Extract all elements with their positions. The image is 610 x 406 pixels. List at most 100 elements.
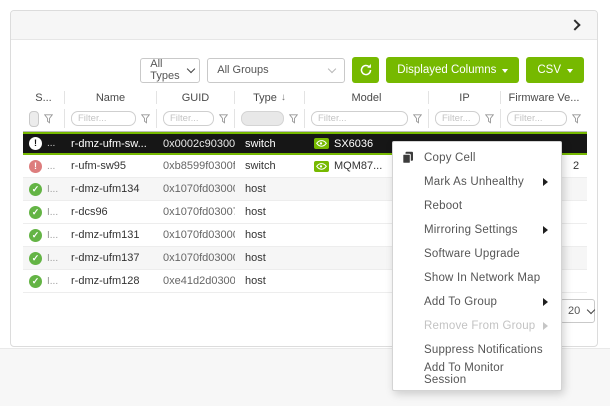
page-size-value: 20 [568,305,580,317]
context-menu-item-suppress-notifications[interactable]: Suppress Notifications [393,338,561,362]
cell-guid: 0x1070fd03000... [157,183,235,195]
column-header-firmware[interactable]: Firmware Ve... [501,91,587,104]
cell-severity: ✓I... [23,206,65,219]
severity-filter-input[interactable] [29,111,39,127]
filter-cell-model [305,109,429,128]
context-menu-item-software-upgrade[interactable]: Software Upgrade [393,242,561,266]
severity-text: I... [47,253,58,264]
table-filter-row [23,106,587,132]
guid-text: 0x1070fd03000... [163,252,235,264]
filter-funnel-icon[interactable] [141,114,150,124]
cell-guid: 0x1070fd03000... [157,229,235,241]
group-filter-select[interactable]: All Groups [207,58,345,83]
column-header-model[interactable]: Model [305,91,429,104]
filter-cell-guid [157,109,235,128]
filter-funnel-icon[interactable] [44,114,53,124]
severity-text: I... [47,230,58,241]
column-label: Model [352,92,382,104]
cell-guid: 0xe41d2d0300... [157,275,235,287]
submenu-arrow-icon [543,226,548,234]
cell-name: r-dmz-ufm-sw... [65,138,157,150]
filter-input-ip[interactable] [435,111,480,126]
cell-type: host [235,229,305,241]
column-header-guid[interactable]: GUID [157,91,235,104]
context-menu-item-label: Mark As Unhealthy [424,176,524,188]
severity-info-icon: ✓ [29,229,42,242]
severity-text: ... [47,161,55,172]
context-menu-item-label: Remove From Group [424,320,535,332]
guid-text: 0x1070fd03000... [163,229,235,241]
collapse-panel-icon[interactable] [569,19,580,30]
filter-cell-name [65,109,157,128]
guid-text: 0xb8599f0300f... [163,160,235,172]
context-menu: Copy Cell Mark As Unhealthy Reboot Mirrorin… [392,141,562,391]
filter-funnel-icon[interactable] [219,114,228,124]
column-label: GUID [182,92,210,104]
displayed-columns-label: Displayed Columns [397,64,496,76]
filter-input-firmware[interactable] [507,111,567,126]
severity-info-icon: ✓ [29,206,42,219]
severity-minor-icon: ! [29,160,42,173]
cell-guid: 0x1070fd03000... [157,252,235,264]
column-label: IP [459,92,469,104]
severity-info-icon: ✓ [29,252,42,265]
chevron-down-icon [328,64,336,72]
context-menu-item-add-to-monitor-session[interactable]: Add To Monitor Session [393,362,561,386]
refresh-button[interactable] [352,57,379,83]
context-menu-item-label: Add To Group [424,296,497,308]
filter-cell-severity [23,109,65,128]
nvidia-logo-icon [314,161,329,172]
context-menu-item-copy-cell[interactable]: Copy Cell [393,146,561,170]
filter-input-name[interactable] [71,111,136,126]
refresh-icon [359,63,373,77]
filter-input-guid[interactable] [163,111,214,126]
cell-type: switch [235,160,305,172]
filter-cell-firmware [501,109,587,128]
context-menu-item-mirroring-settings[interactable]: Mirroring Settings [393,218,561,242]
cell-name: r-dcs96 [65,206,157,218]
guid-text: 0x0002c90300... [163,138,235,150]
filter-funnel-icon[interactable] [289,114,298,124]
cell-guid: 0x0002c90300... [157,138,235,150]
cell-type: host [235,252,305,264]
context-menu-item-mark-as-unhealthy[interactable]: Mark As Unhealthy [393,170,561,194]
column-header-name[interactable]: Name [65,91,157,104]
column-label: Type [253,92,277,104]
cell-type: switch [235,138,305,150]
filter-funnel-icon[interactable] [413,114,422,124]
column-header-ip[interactable]: IP [429,91,501,104]
severity-text: I... [47,184,58,195]
context-menu-item-show-in-network-map[interactable]: Show In Network Map [393,266,561,290]
cell-type: host [235,183,305,195]
cell-type: host [235,206,305,218]
cell-guid: 0x1070fd03007... [157,206,235,218]
context-menu-item-label: Reboot [424,200,462,212]
column-header-type[interactable]: Type↓ [235,91,305,104]
page-size-select[interactable]: 20 [560,299,595,323]
chevron-down-icon [587,305,595,313]
context-menu-item-add-to-group[interactable]: Add To Group [393,290,561,314]
submenu-arrow-icon [543,322,548,330]
nvidia-logo-icon [314,138,329,149]
filter-funnel-icon[interactable] [572,114,581,124]
filter-cell-type [235,109,305,128]
csv-button[interactable]: CSV [526,57,584,83]
column-header-severity[interactable]: S... [23,91,65,104]
cell-name: r-dmz-ufm137 [65,252,157,264]
context-menu-item-remove-from-group: Remove From Group [393,314,561,338]
context-menu-item-reboot[interactable]: Reboot [393,194,561,218]
caret-down-icon [567,69,573,73]
table-header-row: S... Name GUID Type↓ Model IP Firmware Ve... [23,89,587,106]
submenu-arrow-icon [543,298,548,306]
column-label: Firmware Ve... [509,92,580,104]
filter-input-model[interactable] [311,111,408,126]
cell-severity: !... [23,137,65,150]
model-text: MQM87... [334,160,382,172]
displayed-columns-button[interactable]: Displayed Columns [386,57,519,83]
filter-cell-ip [429,109,501,128]
cell-name: r-dmz-ufm128 [65,275,157,287]
column-label: Name [96,92,125,104]
type-filter-select[interactable]: All Types [140,58,200,83]
submenu-arrow-icon [543,178,548,186]
filter-funnel-icon[interactable] [485,114,494,124]
